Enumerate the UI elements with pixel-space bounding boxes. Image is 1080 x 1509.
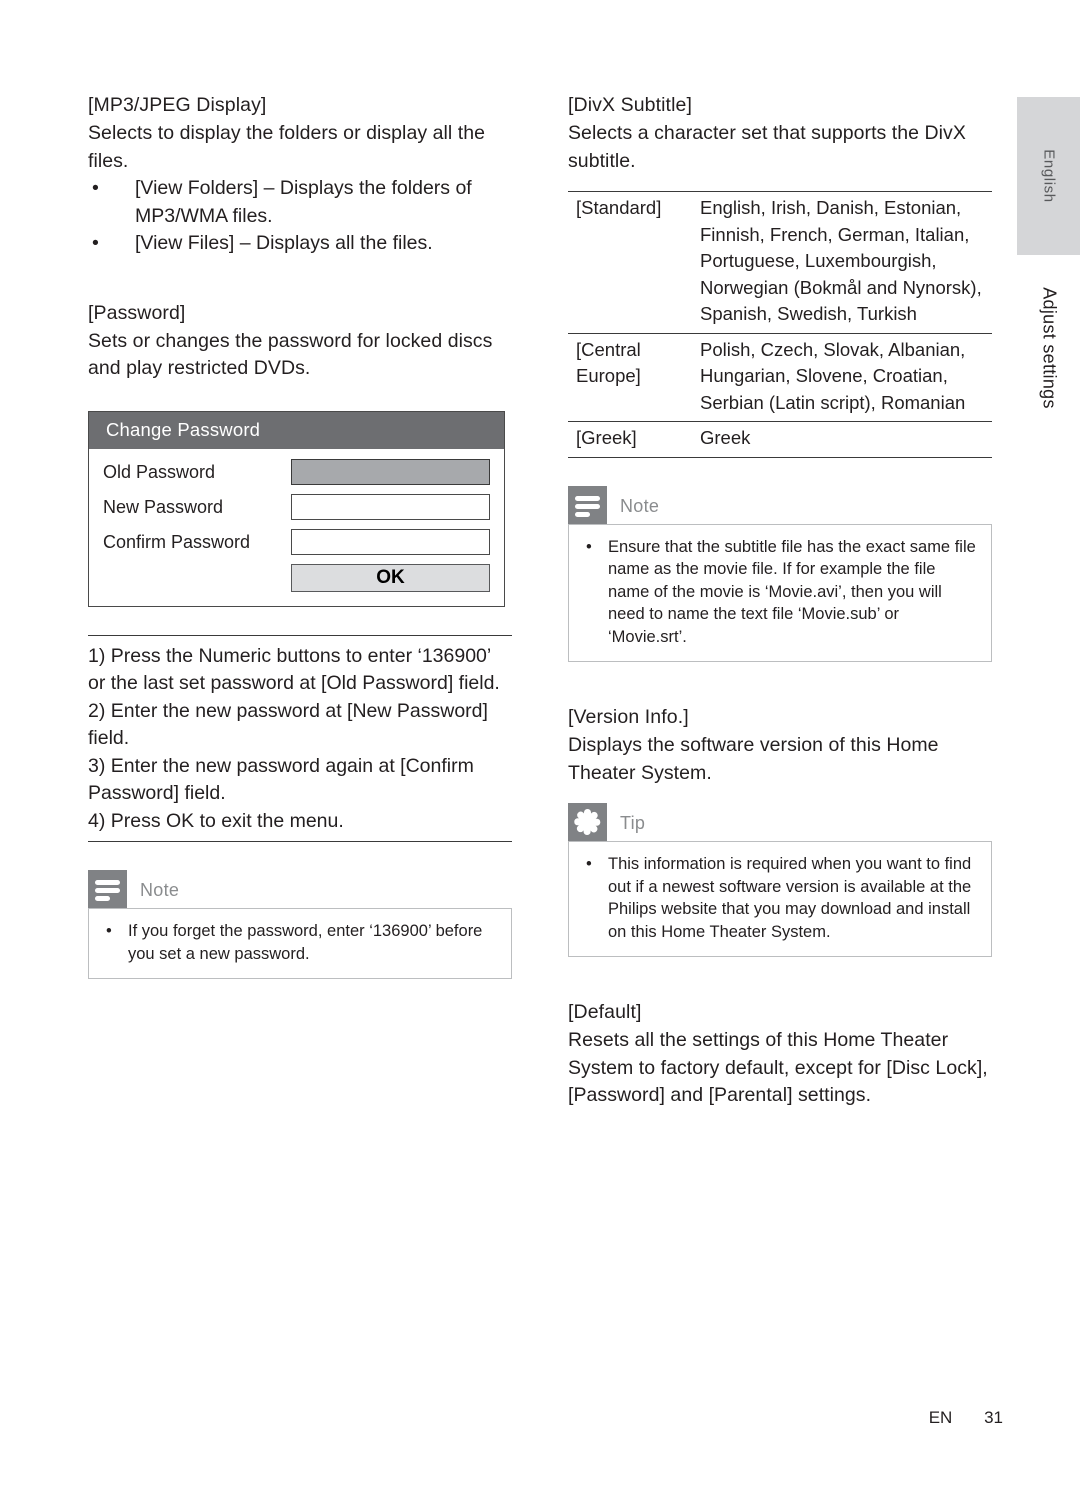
section-tab-label: Adjust settings xyxy=(1039,287,1059,409)
section-body: Displays the software version of this Ho… xyxy=(568,734,939,784)
old-password-input[interactable] xyxy=(291,458,490,485)
footer-language-code: EN xyxy=(928,1408,953,1427)
default-section: [Default] Resets all the settings of thi… xyxy=(568,999,992,1110)
section-body: Sets or changes the password for locked … xyxy=(88,329,493,380)
bullet-icon: • xyxy=(586,855,592,873)
section-heading: [Default] xyxy=(568,1001,642,1023)
language-tab: English xyxy=(1017,97,1080,255)
confirm-password-label: Confirm Password xyxy=(103,531,251,552)
step-item: 2) Enter the new password at [New Passwo… xyxy=(88,699,488,750)
callout-header: Tip xyxy=(568,803,992,841)
character-set-table: [Standard] English, Irish, Danish, Eston… xyxy=(568,191,992,458)
bullet-icon: • xyxy=(92,177,99,199)
new-password-label: New Password xyxy=(103,496,224,517)
section-heading: [DivX Subtitle] xyxy=(568,94,692,116)
old-password-label: Old Password xyxy=(103,461,216,482)
mp3-jpeg-options-list: • [View Folders] – Displays the folders … xyxy=(88,175,512,258)
version-info-section: [Version Info.] Displays the software ve… xyxy=(568,704,992,787)
new-password-input[interactable] xyxy=(291,493,490,520)
list-item: • Ensure that the subtitle file has the … xyxy=(583,536,977,649)
note-lines-icon xyxy=(568,485,607,524)
asterisk-star-icon xyxy=(568,803,607,841)
list-item-text: This information is required when you wa… xyxy=(608,855,972,941)
manual-page: [MP3/JPEG Display] Selects to display th… xyxy=(0,0,1080,1509)
list-item-text: If you forget the password, enter ‘13690… xyxy=(128,922,483,963)
tip-list: • This information is required when you … xyxy=(583,853,977,943)
callout-header: Note xyxy=(568,485,992,524)
table-row: [Greek] Greek xyxy=(568,421,992,458)
callout-header: Note xyxy=(88,870,512,908)
bullet-icon: • xyxy=(92,232,99,254)
step-item: 1) Press the Numeric buttons to enter ‘1… xyxy=(88,644,500,695)
password-steps-list: 1) Press the Numeric buttons to enter ‘1… xyxy=(88,636,512,842)
table-row: [Standard] English, Irish, Danish, Eston… xyxy=(568,191,992,333)
divx-subtitle-section: [DivX Subtitle] Selects a character set … xyxy=(568,92,992,175)
dialog-body: Old Password New Password Confirm Passwo… xyxy=(89,449,504,606)
change-password-dialog: Change Password Old Password New Passwor… xyxy=(88,410,505,607)
table-row: [Central Europe] Polish, Czech, Slovak, … xyxy=(568,332,992,422)
dialog-actions: OK xyxy=(103,563,490,592)
new-password-row: New Password xyxy=(103,493,490,520)
password-steps-block: 1) Press the Numeric buttons to enter ‘1… xyxy=(88,634,512,842)
left-column: [MP3/JPEG Display] Selects to display th… xyxy=(88,92,512,979)
charset-key: [Standard] xyxy=(568,191,700,333)
bullet-icon: • xyxy=(586,537,592,556)
callout-label: Note xyxy=(140,880,180,900)
list-item: • This information is required when you … xyxy=(583,853,977,943)
password-section: [Password] Sets or changes the password … xyxy=(88,300,512,383)
charset-languages: Greek xyxy=(700,421,992,458)
section-heading: [Version Info.] xyxy=(568,706,689,728)
list-item: • [View Folders] – Displays the folders … xyxy=(88,175,512,230)
right-column: [DivX Subtitle] Selects a character set … xyxy=(568,92,992,1110)
callout-body: • This information is required when you … xyxy=(568,841,992,957)
section-tab: Adjust settings xyxy=(1017,268,1080,428)
language-tab-label: English xyxy=(1040,149,1057,203)
footer-page-number: 31 xyxy=(984,1408,1003,1427)
note-list: • Ensure that the subtitle file has the … xyxy=(583,536,977,649)
list-item: • [View Files] – Displays all the files. xyxy=(88,230,512,258)
bullet-icon: • xyxy=(106,922,112,940)
subtitle-note-callout: Note • Ensure that the subtitle file has… xyxy=(568,485,992,662)
confirm-password-row: Confirm Password xyxy=(103,528,490,555)
step-item: 4) Press OK to exit the menu. xyxy=(88,809,344,832)
callout-label: Tip xyxy=(620,813,646,833)
ok-button[interactable]: OK xyxy=(291,563,490,592)
confirm-password-input[interactable] xyxy=(291,528,490,555)
section-body: Selects a character set that supports th… xyxy=(568,122,966,172)
list-item: • If you forget the password, enter ‘136… xyxy=(103,920,497,965)
list-item-text: [View Files] – Displays all the files. xyxy=(135,232,433,254)
mp3-jpeg-display-section: [MP3/JPEG Display] Selects to display th… xyxy=(88,92,512,258)
charset-key: [Greek] xyxy=(568,421,700,458)
password-note-callout: Note • If you forget the password, enter… xyxy=(88,870,512,979)
list-item-text: Ensure that the subtitle file has the ex… xyxy=(608,537,976,646)
page-footer: EN 31 xyxy=(0,1408,1003,1428)
section-body: Resets all the settings of this Home The… xyxy=(568,1029,988,1106)
charset-languages: Polish, Czech, Slovak, Albanian, Hungari… xyxy=(700,332,992,422)
version-tip-callout: Tip • This information is required when … xyxy=(568,803,992,957)
charset-languages: English, Irish, Danish, Estonian, Finnis… xyxy=(700,191,992,333)
dialog-title-bar: Change Password xyxy=(89,411,504,449)
list-item-text: [View Folders] – Displays the folders of… xyxy=(135,177,472,227)
note-lines-icon xyxy=(88,870,127,908)
callout-body: • If you forget the password, enter ‘136… xyxy=(88,908,512,979)
section-heading: [MP3/JPEG Display] xyxy=(88,94,267,116)
callout-label: Note xyxy=(620,495,660,516)
step-item: 3) Enter the new password again at [Conf… xyxy=(88,754,474,805)
old-password-row: Old Password xyxy=(103,458,490,485)
charset-key: [Central Europe] xyxy=(568,332,700,422)
section-heading: [Password] xyxy=(88,301,186,324)
section-body: Selects to display the folders or displa… xyxy=(88,122,485,172)
callout-body: • Ensure that the subtitle file has the … xyxy=(568,523,992,662)
note-list: • If you forget the password, enter ‘136… xyxy=(103,920,497,965)
